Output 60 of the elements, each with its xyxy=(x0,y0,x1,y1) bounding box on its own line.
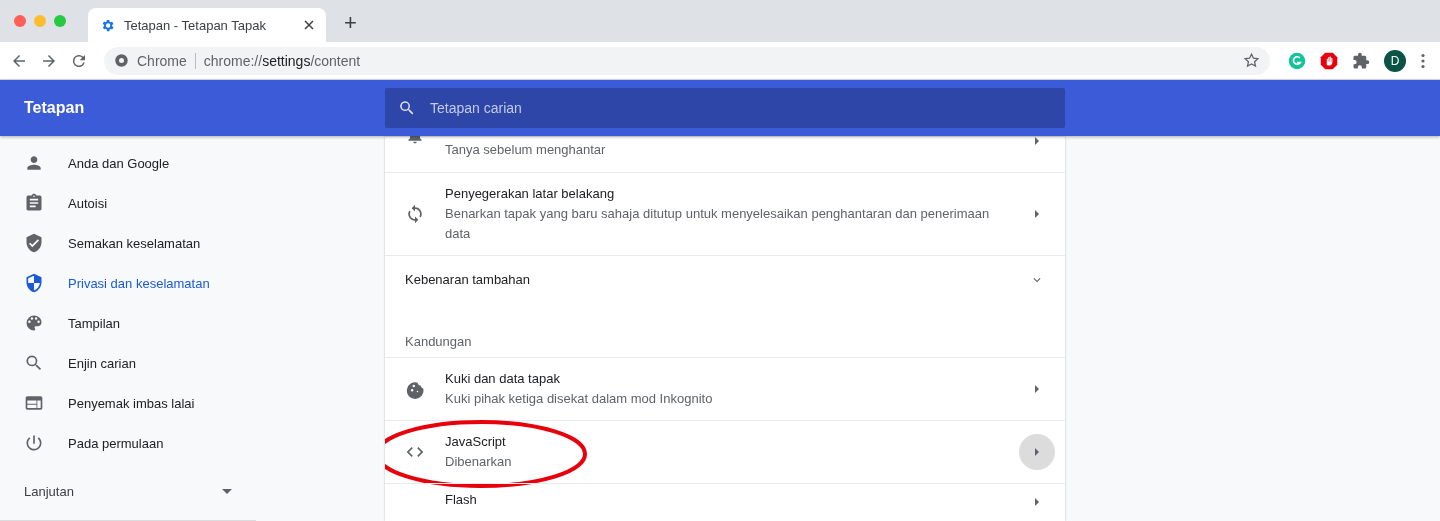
sidebar-item[interactable]: Semakan keselamatan xyxy=(0,223,256,263)
sidebar-item[interactable]: Enjin carian xyxy=(0,343,256,383)
sync-icon xyxy=(405,204,425,224)
chrome-logo-icon xyxy=(114,53,129,68)
row-description: Kuki pihak ketiga disekat dalam mod Inkognito xyxy=(445,390,714,408)
close-icon[interactable] xyxy=(304,20,314,30)
row-title: Kuki dan data tapak xyxy=(445,370,561,388)
settings-row[interactable]: Penyegerakan latar belakang Benarkan tapak yang baru sahaja ditutup untuk menyelesaikan penghantaran dan penerimaan data xyxy=(385,172,1065,255)
settings-row[interactable]: Kuki dan data tapak Kuki pihak ketiga disekat dalam mod Inkognito xyxy=(385,357,1065,420)
caret-icon xyxy=(1035,385,1039,393)
settings-row[interactable]: JavaScript Dibenarkan xyxy=(385,420,1065,483)
power-icon xyxy=(24,433,44,453)
row-description: Benarkan tapak yang baru sahaja ditutup untuk menyelesaikan penghantaran dan penerimaan data xyxy=(445,205,991,243)
page-title: Tetapan xyxy=(23,99,86,117)
row-title: JavaScript xyxy=(445,433,507,451)
caret-icon xyxy=(222,488,232,494)
sidebar-item[interactable]: Privasi dan keselamatan xyxy=(0,263,256,303)
new-tab-button[interactable]: + xyxy=(340,10,361,36)
site-label: Chrome xyxy=(137,52,187,69)
search-icon xyxy=(24,353,44,373)
caret-icon xyxy=(1035,498,1039,506)
maximize-window-button[interactable] xyxy=(54,15,66,27)
menu-icon[interactable] xyxy=(1420,52,1426,69)
star-icon[interactable] xyxy=(1243,52,1260,69)
close-window-button[interactable] xyxy=(14,15,26,27)
hand-stop-icon[interactable] xyxy=(1320,51,1338,70)
extension-circle-icon[interactable] xyxy=(1288,51,1306,70)
browser-tab[interactable]: Tetapan - Tetapan Tapak xyxy=(88,8,326,42)
row-description: Tanya sebelum menghantar xyxy=(445,141,607,159)
sidebar-item[interactable]: Anda dan Google xyxy=(0,143,256,183)
settings-row[interactable]: Tanya sebelum menghantar xyxy=(385,136,1065,172)
row-title: Flash xyxy=(445,491,478,509)
address-bar[interactable]: Chrome chrome://settings/content xyxy=(104,46,1270,75)
url-text: chrome://settings/content xyxy=(203,52,362,69)
sidebar-item[interactable]: Penyemak imbas lalai xyxy=(0,383,256,423)
sidebar-item[interactable]: Pada permulaan xyxy=(0,423,256,463)
caret-icon xyxy=(1035,210,1039,218)
search-field[interactable]: Tetapan carian xyxy=(385,88,1065,128)
cookie-icon xyxy=(405,379,425,399)
gear-icon xyxy=(100,17,115,33)
profile-avatar[interactable]: D xyxy=(1384,49,1406,72)
minimize-window-button[interactable] xyxy=(34,15,46,27)
row-description: Dibenarkan xyxy=(445,453,513,471)
caret-icon xyxy=(1035,448,1039,456)
expandable-row[interactable]: Kebenaran tambahan xyxy=(385,255,1065,303)
arrow-button[interactable] xyxy=(1019,434,1055,470)
advanced-section-toggle[interactable]: Lanjutan xyxy=(0,471,256,511)
puzzle-piece-icon[interactable] xyxy=(1352,51,1370,70)
browser-window-icon xyxy=(24,393,44,413)
shield-check-icon xyxy=(24,233,44,253)
shield-icon xyxy=(24,273,44,293)
clipboard-icon xyxy=(24,193,44,213)
sidebar-item[interactable]: Autoisi xyxy=(0,183,256,223)
search-icon xyxy=(398,99,416,117)
sidebar-item[interactable]: Tampilan xyxy=(0,303,256,343)
palette-icon xyxy=(24,313,44,333)
settings-row[interactable]: Flash xyxy=(385,483,1065,521)
caret-icon xyxy=(1035,137,1039,145)
row-title: Penyegerakan latar belakang xyxy=(445,185,616,203)
section-heading: Kandungan xyxy=(404,333,473,351)
